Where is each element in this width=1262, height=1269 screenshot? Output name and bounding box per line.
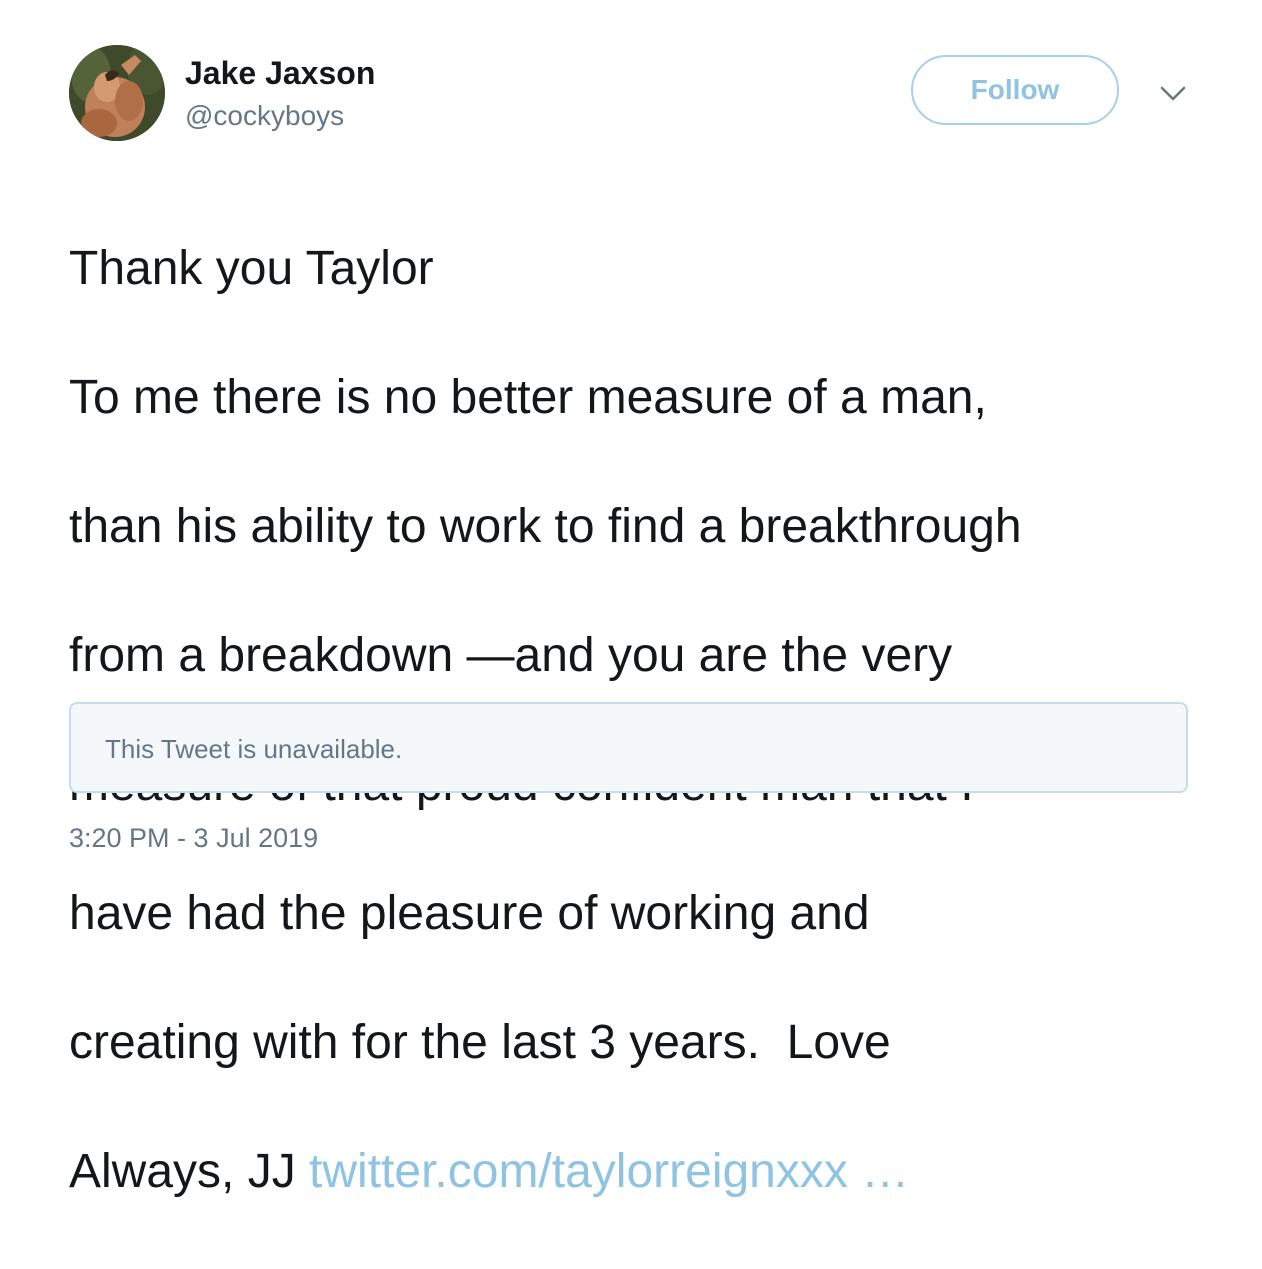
display-name[interactable]: Jake Jaxson [185, 54, 375, 92]
tweet-timestamp[interactable]: 3:20 PM - 3 Jul 2019 [69, 822, 318, 854]
tweet-line: To me there is no better measure of a ma… [69, 370, 987, 424]
tweet-link[interactable]: twitter.com/taylorreignxxx … [309, 1145, 909, 1198]
tweet-line: have had the pleasure of working and [69, 886, 870, 940]
tweet-signoff: Always, JJ [69, 1144, 310, 1198]
tweet-last-line: Always, JJ twitter.com/taylorreignxxx … [69, 1140, 1219, 1205]
quoted-tweet-unavailable-text: This Tweet is unavailable. [105, 734, 403, 764]
profile-photo-icon [69, 45, 165, 141]
tweet-line: Thank you Taylor [69, 241, 434, 295]
avatar[interactable] [69, 45, 165, 141]
user-handle[interactable]: @cockyboys [185, 99, 344, 133]
tweet-line: from a breakdown —and you are the very [69, 628, 953, 682]
quoted-tweet-card[interactable]: This Tweet is unavailable. [69, 702, 1188, 793]
tweet-line: creating with for the last 3 years. Love [69, 1015, 891, 1069]
chevron-down-icon[interactable] [1158, 80, 1188, 106]
follow-button[interactable]: Follow [911, 55, 1119, 125]
tweet-line: than his ability to work to find a break… [69, 499, 1022, 553]
